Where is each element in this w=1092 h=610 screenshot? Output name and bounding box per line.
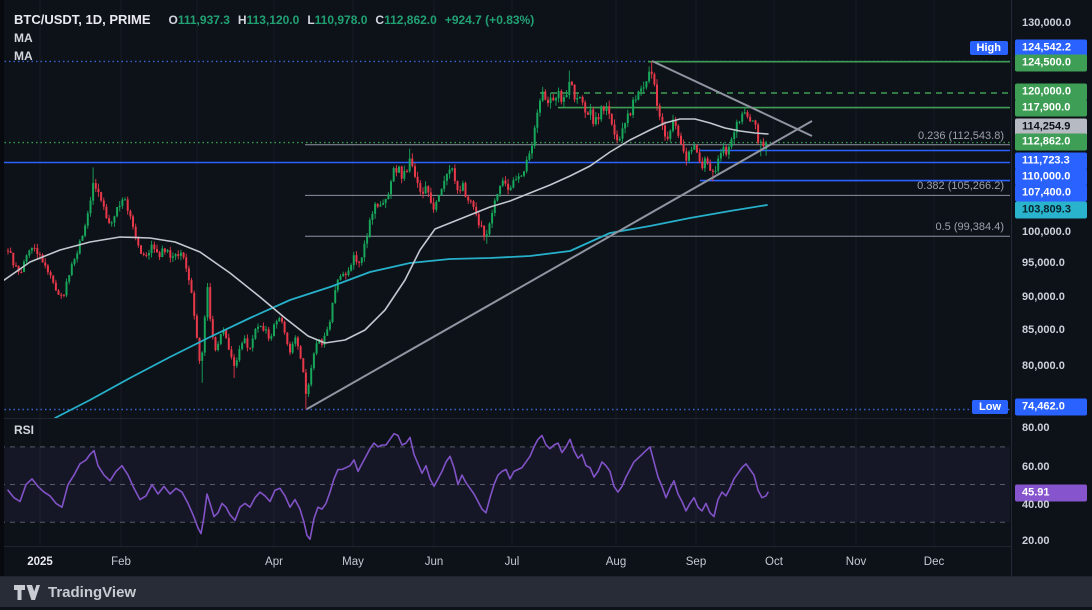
ma-indicator-label-2[interactable]: MA — [14, 49, 534, 63]
close-label: C — [375, 13, 384, 27]
scale-tick: 90,000.0 — [1022, 291, 1065, 303]
low-tag: Low — [972, 400, 1008, 414]
ascending-trendline — [307, 121, 812, 409]
time-axis[interactable]: 2025 Feb Apr May Jun Jul Aug Sep Oct Nov Dec — [0, 546, 1011, 577]
scale-tick: 80.00 — [1022, 422, 1050, 434]
price-badge-103809.3: 103,809.3 — [1015, 202, 1087, 219]
footer-bar: TradingView — [0, 577, 1092, 607]
fib-label-0.236: 0.236 (112,543.8) — [918, 130, 1004, 142]
symbol-title[interactable]: BTC/USDT, 1D, PRIME — [14, 12, 151, 27]
rsi-indicator-label[interactable]: RSI — [14, 423, 34, 437]
month-label-nov: Nov — [846, 556, 866, 568]
fib-label-0.382: 0.382 (105,266.2) — [917, 180, 1004, 192]
scale-tick: 80,000.0 — [1022, 360, 1065, 372]
high-label: H — [238, 13, 247, 27]
ohlc-readout: O111,937.3 H113,120.0 L110,978.0 C112,862.0… — [161, 13, 535, 27]
high-value: 113,120.0 — [247, 13, 300, 27]
price-chart-canvas[interactable] — [0, 0, 1092, 610]
change-value: +924.7 (+0.83%) — [445, 13, 534, 27]
month-label-oct: Oct — [765, 556, 783, 568]
tradingview-chart-window: BTC/USDT, 1D, PRIME O111,937.3 H113,120.0 L… — [0, 0, 1092, 610]
left-edge-strip — [0, 0, 4, 576]
month-label-jul: Jul — [505, 556, 520, 568]
scale-tick: 100,000.0 — [1022, 226, 1071, 238]
month-label-jun: Jun — [425, 556, 444, 568]
price-badge-124500.0: 124,500.0 — [1015, 55, 1087, 72]
close-value: 112,862.0 — [384, 13, 437, 27]
month-label-feb: Feb — [111, 556, 131, 568]
month-label-dec: Dec — [924, 556, 944, 568]
price-badge-110000.0: 110,000.0 — [1015, 169, 1087, 186]
price-badge-111723.3: 111,723.3 — [1015, 153, 1087, 170]
scale-tick: 20.00 — [1022, 535, 1050, 547]
scale-tick: 85,000.0 — [1022, 324, 1065, 336]
month-label-apr: Apr — [265, 556, 283, 568]
symbol-legend: BTC/USDT, 1D, PRIME O111,937.3 H113,120.0 L… — [14, 12, 534, 63]
month-label-sep: Sep — [686, 556, 706, 568]
open-label: O — [169, 13, 178, 27]
price-badge-120000.0: 120,000.0 — [1015, 84, 1087, 101]
price-badge-112862.0: 112,862.0 — [1015, 134, 1087, 151]
scale-tick: 130,000.0 — [1022, 17, 1071, 29]
open-value: 111,937.3 — [178, 13, 230, 27]
high-tag: High — [970, 41, 1008, 55]
low-label: L — [307, 13, 314, 27]
ma-white-line — [0, 119, 768, 343]
price-badge-74462.0: 74,462.0 — [1015, 399, 1087, 416]
price-badge-117900.0: 117,900.0 — [1015, 100, 1087, 117]
price-badge-107400.0: 107,400.0 — [1015, 185, 1087, 202]
low-value: 110,978.0 — [315, 13, 368, 27]
scale-tick: 60.00 — [1022, 461, 1050, 473]
scale-tick: 40.00 — [1022, 499, 1050, 511]
price-scale[interactable]: 130,000.0124,542.2124,500.0120,000.0117,… — [1011, 0, 1092, 576]
scale-tick: 95,000.0 — [1022, 257, 1065, 269]
ma-indicator-label-1[interactable]: MA — [14, 31, 534, 45]
month-label-aug: Aug — [606, 556, 626, 568]
month-label-may: May — [342, 556, 364, 568]
fib-label-0.5: 0.5 (99,384.4) — [936, 221, 1005, 233]
tradingview-logo-icon[interactable] — [14, 585, 40, 600]
month-label-2025: 2025 — [27, 556, 53, 568]
brand-text[interactable]: TradingView — [48, 584, 136, 601]
ma-cyan-line — [55, 205, 767, 418]
